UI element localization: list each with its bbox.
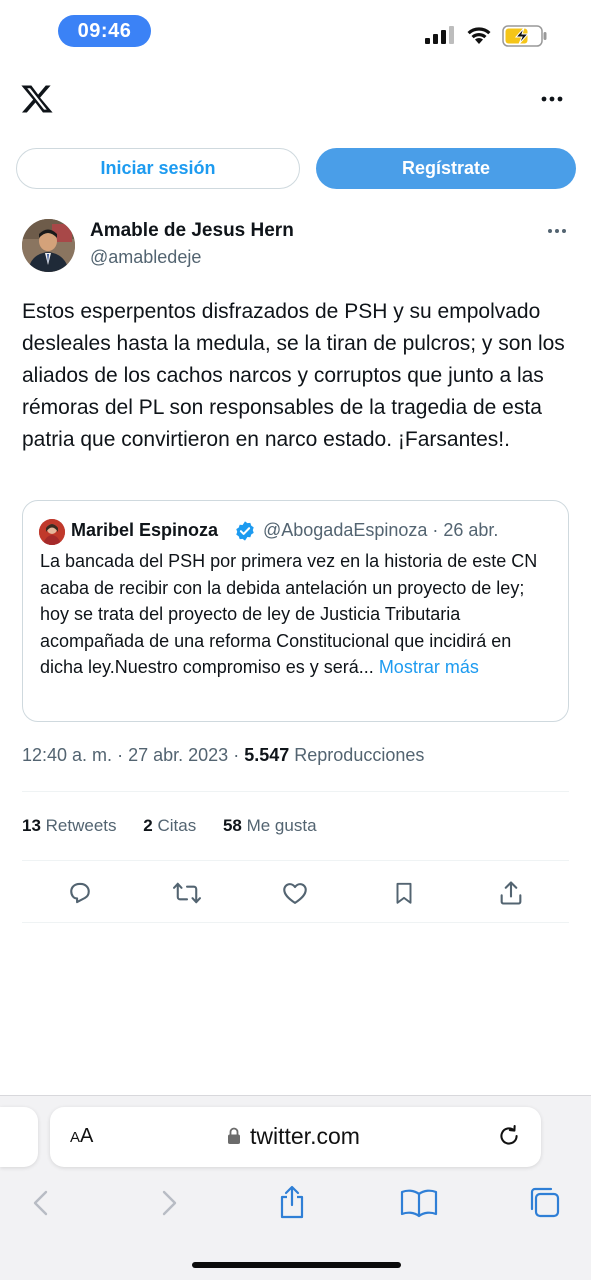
- tweet-date[interactable]: 27 abr. 2023: [128, 745, 228, 765]
- aa-small: A: [70, 1129, 81, 1146]
- reader-text-size-button[interactable]: AA: [70, 1125, 93, 1148]
- tweet-time[interactable]: 12:40 a. m.: [22, 745, 112, 765]
- divider: [22, 922, 569, 923]
- views-label: Reproducciones: [294, 745, 425, 765]
- likes-stat[interactable]: 58 Me gusta: [223, 816, 317, 835]
- share-button[interactable]: [496, 878, 526, 908]
- cellular-signal-icon: [425, 26, 454, 44]
- back-icon[interactable]: [30, 1188, 52, 1218]
- address-bar[interactable]: AA twitter.com: [50, 1107, 541, 1167]
- retweet-button[interactable]: [172, 878, 202, 908]
- retweet-icon: [173, 882, 201, 904]
- retweets-count: 13: [22, 816, 41, 835]
- quotes-count: 2: [143, 816, 153, 835]
- meta-separator-2: ·: [233, 745, 240, 765]
- home-indicator: [192, 1262, 401, 1268]
- lock-icon: [228, 1127, 240, 1144]
- share-icon: [500, 881, 522, 905]
- more-icon[interactable]: [541, 96, 563, 102]
- x-logo-icon[interactable]: [20, 82, 54, 116]
- quote-avatar: [39, 519, 65, 545]
- meta-separator-1: ·: [117, 745, 124, 765]
- divider: [22, 860, 569, 861]
- forward-icon[interactable]: [158, 1188, 180, 1218]
- battery-charging-icon: [502, 25, 547, 47]
- tweet-meta: 12:40 a. m. · 27 abr. 2023 · 5.547 Repro…: [22, 745, 424, 766]
- verified-badge-icon: [236, 521, 254, 541]
- aa-large: A: [80, 1125, 94, 1147]
- reply-icon: [70, 882, 90, 904]
- likes-label: Me gusta: [246, 816, 317, 835]
- tabs-icon[interactable]: [527, 1185, 561, 1219]
- quote-avatar-portrait-icon: [39, 519, 65, 545]
- heart-icon: [283, 883, 307, 904]
- divider: [22, 791, 569, 792]
- quotes-label: Citas: [157, 816, 197, 835]
- reload-icon[interactable]: [496, 1123, 522, 1149]
- like-button[interactable]: [280, 878, 310, 908]
- quote-text: La bancada del PSH por primera vez en la…: [40, 548, 555, 681]
- bookmarks-book-icon[interactable]: [400, 1188, 438, 1218]
- avatar[interactable]: [22, 219, 75, 272]
- status-time: 09:46: [58, 15, 151, 47]
- quoted-tweet[interactable]: Maribel Espinoza @AbogadaEspinoza · 26 a…: [22, 500, 569, 722]
- wifi-icon: [467, 27, 491, 44]
- author-name[interactable]: Amable de Jesus Hern: [90, 220, 294, 242]
- likes-count: 58: [222, 816, 242, 835]
- avatar-portrait-icon: [22, 219, 75, 272]
- url-text[interactable]: twitter.com: [250, 1123, 360, 1150]
- share-sheet-icon[interactable]: [277, 1184, 307, 1220]
- retweets-label: Retweets: [45, 816, 117, 835]
- signup-button[interactable]: Regístrate: [316, 148, 576, 189]
- views-count: 5.547: [244, 745, 290, 765]
- quote-author-name: Maribel Espinoza: [71, 520, 219, 540]
- reply-button[interactable]: [65, 878, 95, 908]
- quote-author-handle: @AbogadaEspinoza · 26 abr.: [263, 520, 499, 540]
- quotes-stat[interactable]: 2 Citas: [143, 816, 196, 835]
- bookmark-icon: [396, 882, 412, 904]
- retweets-stat[interactable]: 13 Retweets: [22, 816, 117, 835]
- previous-tab[interactable]: [0, 1107, 38, 1167]
- login-button[interactable]: Iniciar sesión: [16, 148, 300, 189]
- author-handle[interactable]: @amabledeje: [90, 247, 201, 268]
- tweet-more-icon[interactable]: [547, 228, 567, 234]
- bookmark-button[interactable]: [389, 878, 419, 908]
- show-more-link[interactable]: Mostrar más: [379, 657, 479, 677]
- tweet-stats: 13 Retweets 2 Citas 58 Me gusta: [22, 816, 339, 836]
- tweet-text: Estos esperpentos disfrazados de PSH y s…: [22, 300, 565, 451]
